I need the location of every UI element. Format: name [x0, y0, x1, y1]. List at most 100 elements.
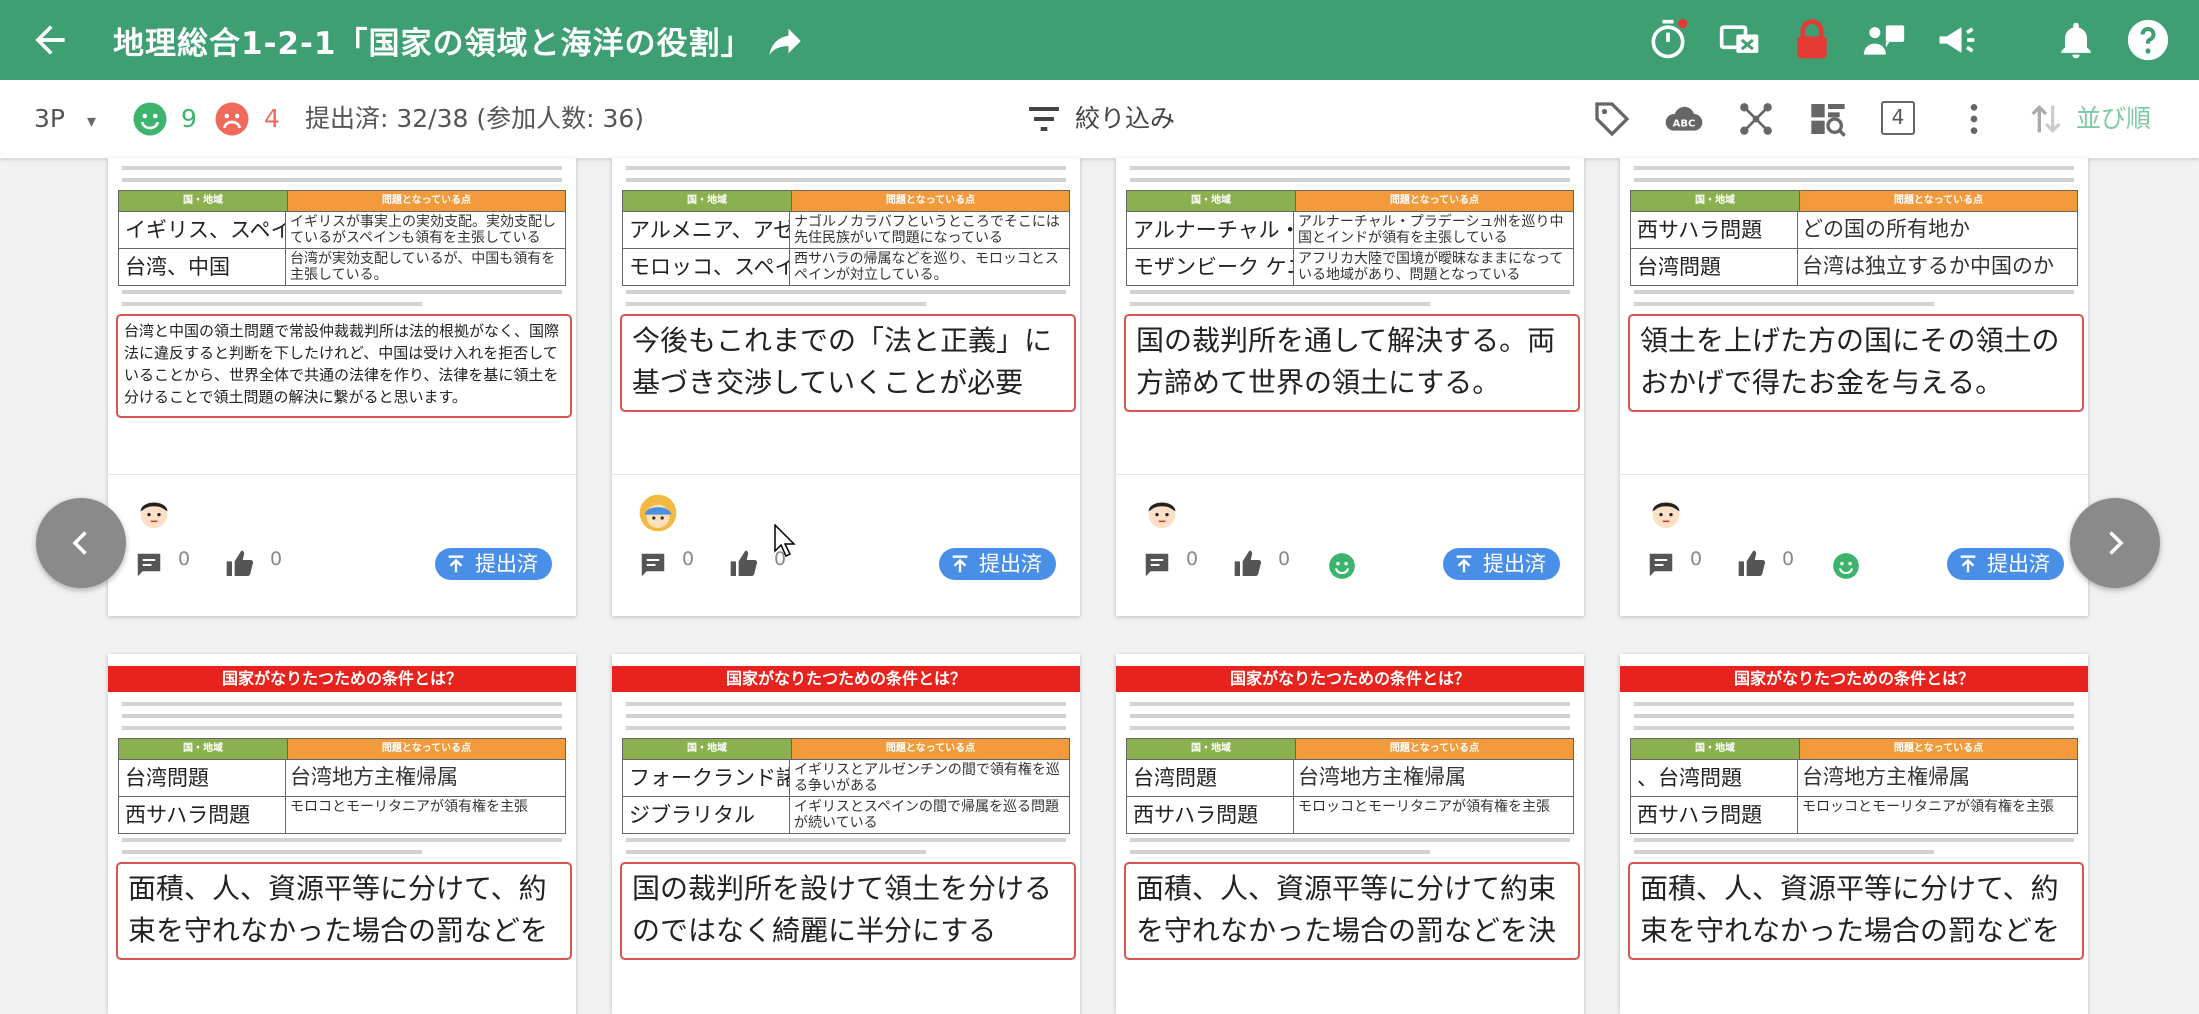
more-vert-icon[interactable] [1954, 99, 1994, 139]
submitted-label: 提出済 [1483, 552, 1546, 576]
chevron-right-icon [2109, 531, 2124, 555]
worksheet-image: 国家がなりたつための条件とは？ 国・地域 問題となっている点 台湾問題 台湾地方主権帰属… [1116, 654, 1584, 1014]
network-icon[interactable] [1736, 99, 1776, 139]
region-cell: ジブラリタル [623, 797, 790, 833]
submission-card[interactable]: 国家がなりたつための条件とは？ 国・地域 問題となっている点 台湾問題 台湾地方主権帰属… [108, 654, 576, 1014]
submission-card[interactable]: 国家がなりたつための条件とは？ 国・地域問題となっている点フォークランド諸島イギリ… [612, 654, 1080, 1014]
submitted-badge[interactable]: 提出済 [435, 548, 552, 580]
megaphone-icon[interactable] [1934, 18, 1978, 62]
share-icon[interactable] [764, 20, 806, 62]
worksheet-title: 国家がなりたつための条件とは？ [108, 666, 576, 692]
table-header-issue: 問題となっている点 [288, 191, 565, 211]
mouse-cursor-icon [774, 524, 796, 558]
issue-cell: モロッコとモーリタニアが領有権を主張 [1802, 799, 2054, 815]
happy-face-icon [1833, 553, 1859, 579]
card-footer: 0 0 提出済 [108, 542, 576, 590]
image-search-icon[interactable] [1808, 99, 1848, 139]
table-header-region: 国・地域 [623, 739, 792, 759]
instruction-line [1130, 290, 1570, 294]
submitted-badge[interactable]: 提出済 [1947, 548, 2064, 580]
issue-cell: イギリスとスペインの間で帰属を巡る問題が続いている [794, 799, 1060, 831]
next-page-button[interactable] [2070, 498, 2160, 588]
submission-card[interactable]: 国家がなりたつための条件とは？ 国・地域 問題となっている点 、台湾問題 台湾地方主権帰… [1620, 654, 2088, 1014]
column-count-button[interactable]: 4 [1881, 101, 1915, 135]
like-count: 0 [270, 548, 283, 570]
sort-icon[interactable] [2026, 99, 2066, 139]
instruction-line [1130, 178, 1570, 182]
instruction-line [626, 166, 1066, 170]
thumbs-up-icon[interactable] [1736, 548, 1768, 580]
thumbs-up-icon[interactable] [1232, 548, 1264, 580]
issue-cell: 台湾は独立するか中国のか [1802, 254, 2054, 278]
submission-card[interactable]: 国家がなりたつための条件とは？国・地域問題となっている点西サハラ問題どの国の所有… [1620, 158, 2088, 616]
issue-cell: どの国の所有地か [1802, 217, 1970, 241]
submission-card[interactable]: 国家がなりたつための条件とは？国・地域問題となっている点アルメニア、アゼルバイジ… [612, 158, 1080, 616]
table-row: 、台湾問題 台湾地方主権帰属 [1631, 759, 2077, 796]
instruction-line [1634, 850, 1934, 854]
issue-cell: モロコとモーリタニアが領有権を主張 [290, 799, 528, 815]
problem-table: 国・地域問題となっている点アルメニア、アゼルバイジャンナゴルノカラバフというとこ… [622, 190, 1070, 286]
region-cell: 台湾問題 [1631, 249, 1798, 285]
group-chat-icon[interactable] [1862, 18, 1906, 62]
instruction-line [626, 178, 1066, 182]
issue-cell: アフリカ大陸で国境が曖昧なままになっている地域があり、問題となっている [1298, 251, 1564, 283]
instruction-line [1130, 838, 1570, 842]
table-header-region: 国・地域 [623, 191, 792, 211]
instruction-line [122, 302, 422, 306]
submission-card[interactable]: 国家がなりたつための条件とは？ 国・地域 問題となっている点 台湾問題 台湾地方主権帰属… [1116, 654, 1584, 1014]
bell-icon[interactable] [2054, 18, 2098, 62]
student-avatar [1148, 501, 1176, 528]
comment-icon[interactable] [1646, 550, 1676, 580]
instruction-line [1634, 714, 2074, 718]
sort-button[interactable]: 並び順 [2076, 80, 2151, 158]
sad-count: 4 [264, 104, 280, 133]
worksheet-image: 国家がなりたつための条件とは？ 国・地域問題となっている点フォークランド諸島イギリ… [612, 654, 1080, 1014]
back-arrow-icon[interactable] [28, 18, 72, 62]
filter-button[interactable]: 絞り込み [1075, 80, 1175, 158]
lock-icon[interactable] [1790, 18, 1834, 62]
instruction-line [626, 702, 1066, 706]
issue-cell: イギリスとアルゼンチンの間で領有権を巡る争いがある [794, 762, 1060, 794]
filter-icon[interactable] [1024, 99, 1064, 139]
chevron-left-icon [72, 531, 87, 555]
svg-text:ABC: ABC [1673, 119, 1696, 130]
instruction-line [1634, 702, 2074, 706]
comment-icon[interactable] [134, 550, 164, 580]
issue-cell: ナゴルノカラバフというところでそこには先住民族がいて問題になっている [794, 214, 1060, 246]
problem-table: 国・地域 問題となっている点 、台湾問題 台湾地方主権帰属 西サハラ問題 モロッコとモーリ… [1630, 738, 2078, 834]
table-row: イギリス、スペインイギリスが事実上の実効支配。実効支配しているがスペインも領有を… [119, 211, 565, 248]
help-icon[interactable] [2126, 18, 2170, 62]
submission-card[interactable]: 国家がなりたつための条件とは？国・地域問題となっている点イギリス、スペインイギリ… [108, 158, 576, 616]
comment-count: 0 [178, 548, 191, 570]
filter-toolbar: 3P ▾ 9 4 提出済: 32/38 (参加人数: 36) 絞り込み ABC 4… [0, 80, 2199, 158]
screen-share-icon[interactable] [1718, 18, 1762, 62]
prev-page-button[interactable] [36, 498, 126, 588]
problem-table: 国・地域問題となっている点アルナーチャル・プラデーシュ州 中国 インドアルナーチ… [1126, 190, 1574, 286]
sad-face-icon [215, 102, 249, 136]
answer-box: 面積、人、資源平等に分けて、約束を守れなかった場合の罰などを決める。 [1628, 862, 2084, 960]
class-select[interactable]: 3P ▾ [34, 80, 96, 158]
table-header-region: 国・地域 [119, 739, 288, 759]
table-row: フォークランド諸島イギリスとアルゼンチンの間で領有権を巡る争いがある [623, 759, 1069, 796]
comment-icon[interactable] [638, 550, 668, 580]
comment-count: 0 [1186, 548, 1199, 570]
submitted-badge[interactable]: 提出済 [1443, 548, 1560, 580]
instruction-line [1634, 838, 2074, 842]
timer-icon[interactable] [1646, 18, 1690, 62]
submitted-badge[interactable]: 提出済 [939, 548, 1056, 580]
region-cell: 西サハラ問題 [119, 797, 286, 833]
table-header-issue: 問題となっている点 [1800, 191, 2077, 211]
region-cell: アルメニア、アゼルバイジャン [623, 212, 790, 248]
table-row: 台湾問題 台湾地方主権帰属 [1127, 759, 1573, 796]
instruction-line [1130, 302, 1430, 306]
problem-table: 国・地域問題となっている点フォークランド諸島イギリスとアルゼンチンの間で領有権を… [622, 738, 1070, 834]
table-row: 西サハラ問題 どの国の所有地か [1631, 211, 2077, 248]
thumbs-up-icon[interactable] [728, 548, 760, 580]
comment-icon[interactable] [1142, 550, 1172, 580]
spellcheck-icon[interactable]: ABC [1664, 99, 1704, 139]
submission-card[interactable]: 国家がなりたつための条件とは？国・地域問題となっている点アルナーチャル・プラデー… [1116, 158, 1584, 616]
issue-cell: 台湾が実効支配しているが、中国も領有を主張している。 [290, 251, 556, 283]
table-header-issue: 問題となっている点 [288, 739, 565, 759]
thumbs-up-icon[interactable] [224, 548, 256, 580]
tag-icon[interactable] [1592, 99, 1632, 139]
